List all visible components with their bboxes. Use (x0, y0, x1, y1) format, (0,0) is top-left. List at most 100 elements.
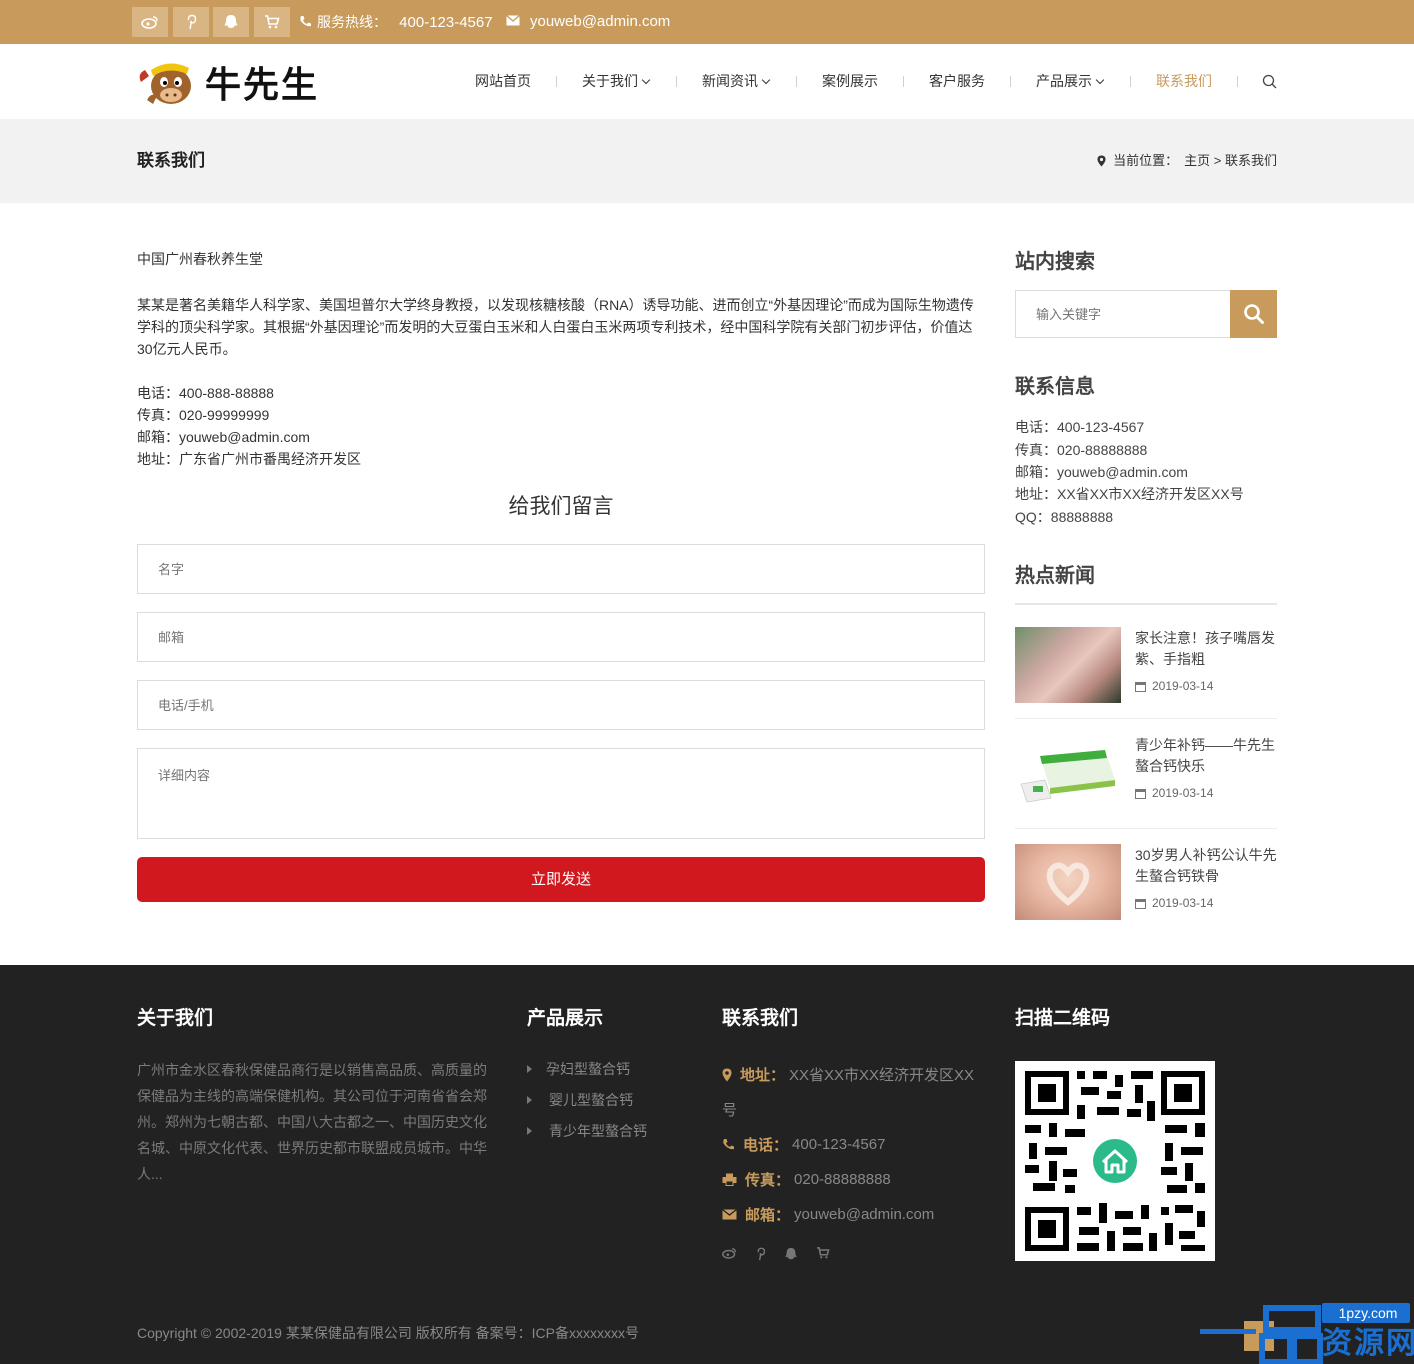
top-email[interactable]: youweb@admin.com (506, 0, 670, 44)
footer-address-line1: XX省XX市XX经济开发区XX (789, 1067, 975, 1084)
breadcrumb-home[interactable]: 主页 (1184, 119, 1210, 203)
cart-icon[interactable] (254, 7, 290, 37)
form-title: 给我们留言 (508, 495, 614, 518)
footer-about-heading: 关于我们 (137, 1008, 214, 1029)
page-title: 联系我们 (137, 151, 205, 170)
pinterest-icon[interactable] (755, 1247, 766, 1261)
breadcrumb-separator: > (1210, 153, 1225, 168)
nav-label: 案例展示 (822, 73, 878, 89)
news-title[interactable]: 青少年补钙——牛先生螯合钙快乐 (1135, 735, 1280, 777)
news-date-text: 2019-03-14 (1152, 896, 1214, 910)
pinterest-icon[interactable] (173, 7, 209, 37)
footer-address: 地址： XX省XX市XX经济开发区XX (722, 1064, 974, 1085)
nav-separator (1130, 76, 1131, 87)
contact-intro: 中国广州春秋养生堂 某某是著名美籍华人科学家、美国坦普尔大学终身教授，以发现核糖… (137, 248, 985, 470)
contact-email: 邮箱：youweb@admin.com (137, 429, 310, 445)
sidebar-email: 邮箱：youweb@admin.com (1015, 464, 1188, 480)
top-email-text: youweb@admin.com (530, 13, 671, 30)
caret-right-icon (527, 1065, 532, 1073)
phone-input[interactable] (137, 680, 985, 730)
company-name: 中国广州春秋养生堂 (137, 251, 263, 267)
nav-contact[interactable]: 联系我们 (1156, 44, 1212, 119)
contact-info-heading: 联系信息 (1015, 376, 1095, 398)
nav-label: 产品展示 (1036, 73, 1092, 89)
news-title[interactable]: 30岁男人补钙公认牛先生螯合钙铁骨 (1135, 845, 1280, 887)
news-title[interactable]: 家长注意！孩子嘴唇发紫、手指粗 (1135, 628, 1280, 670)
name-input[interactable] (137, 544, 985, 594)
contact-address: 地址：广东省广州市番禺经济开发区 (137, 451, 361, 467)
company-description: 某某是著名美籍华人科学家、美国坦普尔大学终身教授，以发现核糖核酸（RNA）诱导功… (137, 297, 974, 357)
map-pin-icon (1097, 155, 1106, 167)
hot-news-heading: 热点新闻 (1015, 565, 1095, 587)
news-date: 2019-03-14 (1135, 679, 1213, 693)
envelope-icon (506, 15, 520, 26)
nav-label: 网站首页 (475, 73, 531, 89)
email-input[interactable] (137, 612, 985, 662)
watermark-logo: 1pzy.com 资源网 (1200, 1300, 1414, 1364)
footer-product-label: 青少年型螯合钙 (549, 1123, 647, 1139)
sidebar-search-button[interactable] (1230, 290, 1277, 338)
footer-email[interactable]: 邮箱： youweb@admin.com (722, 1204, 934, 1225)
nav-label: 新闻资讯 (702, 73, 758, 89)
hotline-label: 服务热线： (317, 14, 387, 30)
footer-address-cont: 号 (722, 1102, 738, 1119)
nav-separator (676, 76, 677, 87)
nav-products[interactable]: 产品展示 (1036, 44, 1105, 119)
qq-icon[interactable] (213, 7, 249, 37)
nav-home[interactable]: 网站首页 (475, 44, 531, 119)
news-thumbnail[interactable] (1015, 627, 1121, 703)
copyright: Copyright © 2002-2019 某某保健品有限公司 版权所有 备案号… (137, 1325, 639, 1341)
weibo-icon[interactable] (722, 1247, 737, 1259)
search-icon[interactable] (1262, 74, 1277, 94)
search-icon (1243, 304, 1264, 324)
nav-label: 客户服务 (929, 73, 985, 89)
nav-separator (1010, 76, 1011, 87)
nav-news[interactable]: 新闻资讯 (702, 44, 771, 119)
footer-product-link[interactable]: 青少年型螯合钙 (527, 1121, 647, 1141)
footer-about-text: 广州市金水区春秋保健品商行是以销售高品质、高质量的保健品为主线的高端保健机构。其… (137, 1062, 487, 1182)
map-pin-icon (722, 1068, 732, 1081)
hotline-number: 400-123-4567 (399, 14, 493, 31)
cart-icon[interactable] (816, 1247, 830, 1259)
nav-label: 关于我们 (582, 73, 638, 89)
page-title-band: 联系我们 当前位置： 主页 > 联系我们 (0, 119, 1414, 203)
nav-label: 联系我们 (1156, 73, 1212, 89)
breadcrumb-label: 当前位置： (1113, 153, 1179, 168)
top-bar: 服务热线： 400-123-4567 youweb@admin.com (0, 0, 1414, 44)
calendar-icon (1135, 681, 1146, 692)
footer-social-icons (722, 1247, 830, 1261)
envelope-icon (722, 1209, 737, 1220)
contact-phone: 电话：400-888-88888 (137, 385, 274, 401)
footer-phone: 电话： 400-123-4567 (722, 1134, 885, 1155)
message-textarea[interactable] (137, 748, 985, 839)
sidebar-qq: QQ：88888888 (1015, 509, 1114, 525)
sidebar-search-input[interactable] (1015, 290, 1231, 338)
breadcrumb-current: 联系我们 (1224, 153, 1277, 168)
submit-button[interactable]: 立即发送 (137, 857, 985, 902)
nav-cases[interactable]: 案例展示 (822, 44, 878, 119)
weibo-icon[interactable] (132, 7, 168, 37)
news-thumbnail[interactable] (1015, 844, 1121, 920)
calendar-icon (1135, 788, 1146, 799)
qq-icon[interactable] (784, 1247, 798, 1261)
nav-separator (796, 76, 797, 87)
breadcrumb: 当前位置： 主页 > 联系我们 (1097, 119, 1277, 203)
news-thumbnail[interactable] (1015, 736, 1121, 812)
footer-address-label: 地址： (740, 1067, 786, 1084)
caret-right-icon (527, 1127, 532, 1135)
news-date-text: 2019-03-14 (1152, 786, 1214, 800)
footer-email-address: youweb@admin.com (794, 1206, 935, 1223)
logo[interactable]: 牛先生 (137, 56, 319, 108)
footer-phone-label: 电话： (743, 1137, 789, 1154)
qr-code (1015, 1061, 1215, 1261)
nav-about[interactable]: 关于我们 (582, 44, 651, 119)
qr-code-image (1025, 1071, 1205, 1251)
news-date: 2019-03-14 (1135, 896, 1213, 910)
footer-product-label: 婴儿型螯合钙 (549, 1092, 633, 1108)
footer-product-link[interactable]: 婴儿型螯合钙 (527, 1090, 633, 1110)
nav-service[interactable]: 客户服务 (929, 44, 985, 119)
footer-product-link[interactable]: 孕妇型螯合钙 (527, 1059, 630, 1079)
logo-text: 牛先生 (205, 65, 320, 106)
news-separator (1015, 828, 1277, 829)
sidebar-phone: 电话：400-123-4567 (1015, 419, 1145, 435)
